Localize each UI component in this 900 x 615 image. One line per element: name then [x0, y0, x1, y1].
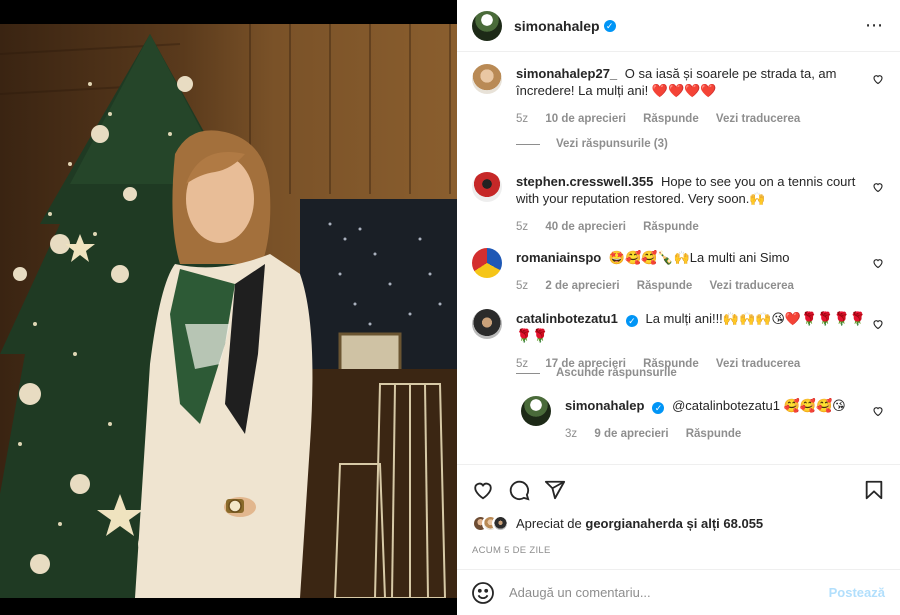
- comment-item: simonahalep27_ O sa iasă și soarele pe s…: [472, 64, 884, 128]
- comment-item: stephen.cresswell.355 Hope to see you on…: [472, 172, 884, 236]
- comment-input[interactable]: [509, 585, 829, 600]
- replier-username[interactable]: simonahalep: [565, 398, 644, 413]
- reply-text: @catalinbotezatu1 🥰🥰🥰😘: [672, 398, 846, 413]
- comment-like-icon[interactable]: [872, 72, 884, 85]
- comment-like-icon[interactable]: [872, 180, 884, 193]
- hide-replies-button[interactable]: Ascunde răspunsurile: [516, 367, 677, 379]
- comment-age[interactable]: 5z: [516, 221, 528, 233]
- commenter-username[interactable]: stephen.cresswell.355: [516, 174, 653, 189]
- more-options-icon[interactable]: ⋯: [865, 15, 884, 36]
- photo-illustration: [0, 24, 457, 598]
- verified-icon: ✓: [652, 402, 665, 414]
- commenter-username[interactable]: simonahalep27_: [516, 66, 617, 81]
- reply-button[interactable]: Răspunde: [643, 113, 699, 125]
- likes-prefix: Apreciat de: [516, 516, 582, 531]
- replier-avatar[interactable]: [521, 396, 551, 426]
- translate-button[interactable]: Vezi traducerea: [710, 280, 794, 292]
- comments-list: simonahalep27_ O sa iasă și soarele pe s…: [457, 52, 900, 464]
- post-dialog: simonahalep ✓ ⋯ simonahalep27_ O sa iasă…: [0, 0, 900, 615]
- comment-item: catalinbotezatu1 ✓ La mulți ani!!!🙌🙌🙌😘❤️🌹…: [472, 309, 884, 373]
- view-replies-button[interactable]: Vezi răspunsurile (3): [516, 138, 668, 150]
- comment-body: simonahalep27_ O sa iasă și soarele pe s…: [516, 65, 884, 128]
- reply-likes[interactable]: 9 de aprecieri: [594, 428, 668, 440]
- verified-icon: ✓: [603, 19, 616, 32]
- share-icon[interactable]: [544, 479, 566, 501]
- post-timestamp[interactable]: ACUM 5 DE ZILE: [472, 545, 551, 556]
- add-comment-bar: Postează: [457, 569, 900, 615]
- comment-meta: 5z 40 de aprecieri Răspunde: [516, 219, 868, 236]
- liked-by: Apreciat de georgianaherda și alți 68.05…: [472, 515, 763, 532]
- comment-like-icon[interactable]: [872, 317, 884, 330]
- post-sidebar: simonahalep ✓ ⋯ simonahalep27_ O sa iasă…: [457, 0, 900, 615]
- translate-button[interactable]: Vezi traducerea: [716, 113, 800, 125]
- commenter-username[interactable]: romaniainspo: [516, 250, 601, 265]
- comment-body: catalinbotezatu1 ✓ La mulți ani!!!🙌🙌🙌😘❤️🌹…: [516, 310, 884, 373]
- post-header: simonahalep ✓ ⋯: [457, 0, 900, 52]
- reply-item: simonahalep ✓ @catalinbotezatu1 🥰🥰🥰😘 3z 9…: [521, 396, 884, 443]
- comment-meta: 5z 2 de aprecieri Răspunde Vezi traducer…: [516, 278, 868, 295]
- post-photo: [0, 0, 457, 615]
- reply-button[interactable]: Răspunde: [637, 280, 693, 292]
- like-icon[interactable]: [472, 479, 494, 501]
- comment-text: 🤩🥰🥰🍾🙌La multi ani Simo: [608, 250, 790, 265]
- comment-likes[interactable]: 40 de aprecieri: [545, 221, 626, 233]
- reply-button[interactable]: Răspunde: [643, 221, 699, 233]
- liker-avatar: [492, 515, 509, 532]
- post-comment-button[interactable]: Postează: [829, 585, 885, 600]
- likes-summary[interactable]: Apreciat de georgianaherda și alți 68.05…: [516, 516, 763, 531]
- emoji-icon[interactable]: [471, 581, 495, 605]
- reply-age[interactable]: 3z: [565, 428, 577, 440]
- comment-age[interactable]: 5z: [516, 113, 528, 125]
- comment-item: romaniainspo 🤩🥰🥰🍾🙌La multi ani Simo 5z 2…: [472, 248, 884, 295]
- commenter-username[interactable]: catalinbotezatu1: [516, 311, 618, 326]
- post-actions: Apreciat de georgianaherda și alți 68.05…: [457, 464, 900, 569]
- commenter-avatar[interactable]: [472, 309, 502, 339]
- commenter-avatar[interactable]: [472, 172, 502, 202]
- comment-age[interactable]: 5z: [516, 280, 528, 292]
- comment-meta: 5z 10 de aprecieri Răspunde Vezi traduce…: [516, 111, 868, 128]
- author-username[interactable]: simonahalep: [514, 18, 600, 34]
- comment-likes[interactable]: 10 de aprecieri: [545, 113, 626, 125]
- likes-user[interactable]: georgianaherda: [585, 516, 683, 531]
- reply-body: simonahalep ✓ @catalinbotezatu1 🥰🥰🥰😘 3z 9…: [565, 397, 884, 443]
- reply-meta: 3z 9 de aprecieri Răspunde: [565, 426, 868, 443]
- author-avatar[interactable]: [472, 10, 502, 41]
- commenter-avatar[interactable]: [472, 248, 502, 278]
- verified-icon: ✓: [625, 315, 638, 327]
- comment-icon[interactable]: [508, 479, 530, 501]
- save-bookmark-icon[interactable]: [863, 479, 885, 501]
- commenter-avatar[interactable]: [472, 64, 502, 94]
- reply-button[interactable]: Răspunde: [686, 428, 742, 440]
- photo-image: [0, 24, 457, 598]
- comment-like-icon[interactable]: [872, 256, 884, 269]
- comment-body: stephen.cresswell.355 Hope to see you on…: [516, 173, 884, 236]
- reply-like-icon[interactable]: [872, 404, 884, 417]
- comment-body: romaniainspo 🤩🥰🥰🍾🙌La multi ani Simo 5z 2…: [516, 249, 884, 295]
- comment-likes[interactable]: 2 de aprecieri: [545, 280, 619, 292]
- likes-count[interactable]: și alți 68.055: [687, 516, 764, 531]
- translate-button[interactable]: Vezi traducerea: [716, 358, 800, 370]
